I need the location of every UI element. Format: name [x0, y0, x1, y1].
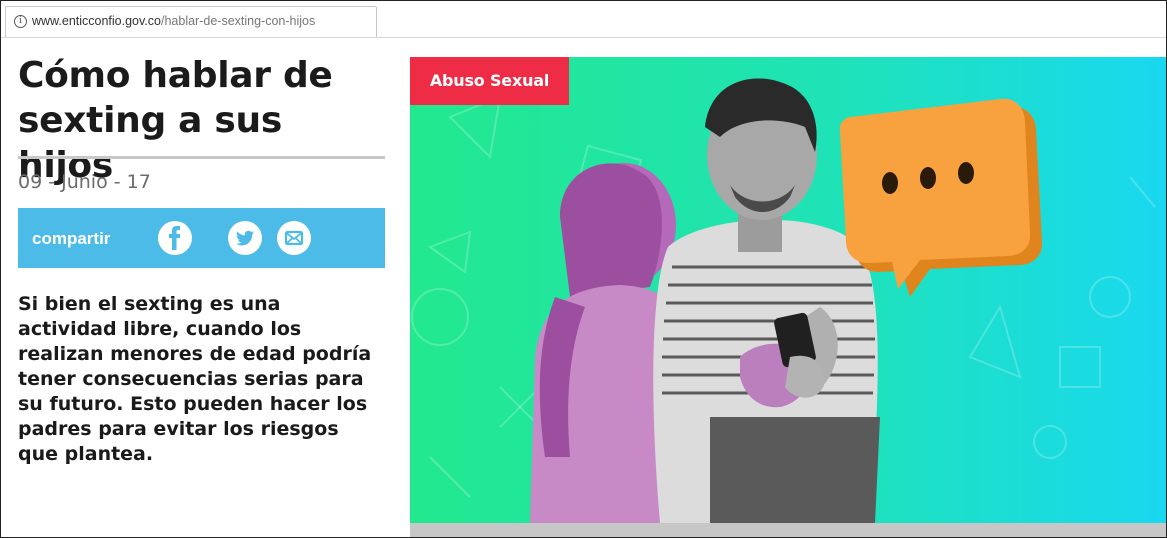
toolbar-divider [1, 37, 1166, 38]
share-label: compartir [32, 229, 111, 248]
facebook-icon[interactable] [158, 221, 192, 255]
address-bar: i www.enticconfio.gov.co/hablar-de-sexti… [1, 1, 1166, 38]
hero-image [410, 57, 1166, 523]
email-icon[interactable] [277, 221, 311, 255]
url-text[interactable]: www.enticconfio.gov.co/hablar-de-sexting… [32, 14, 315, 28]
share-bar: compartir [18, 208, 385, 268]
url-path: /hablar-de-sexting-con-hijos [161, 14, 316, 28]
article-title: Cómo hablar de sexting a sus hijos [18, 55, 333, 186]
article-lead: Si bien el sexting es una actividad libr… [18, 293, 372, 465]
category-badge[interactable]: Abuso Sexual [410, 57, 569, 105]
hero-caption-bar [410, 523, 1166, 537]
info-icon[interactable]: i [14, 15, 27, 28]
twitter-icon[interactable] [228, 221, 262, 255]
article-date: 09 - Junio - 17 [18, 171, 151, 193]
browser-window: i www.enticconfio.gov.co/hablar-de-sexti… [0, 0, 1167, 538]
url-host: www.enticconfio.gov.co [32, 14, 161, 28]
title-divider [18, 156, 385, 159]
url-field[interactable]: i www.enticconfio.gov.co/hablar-de-sexti… [5, 6, 377, 38]
